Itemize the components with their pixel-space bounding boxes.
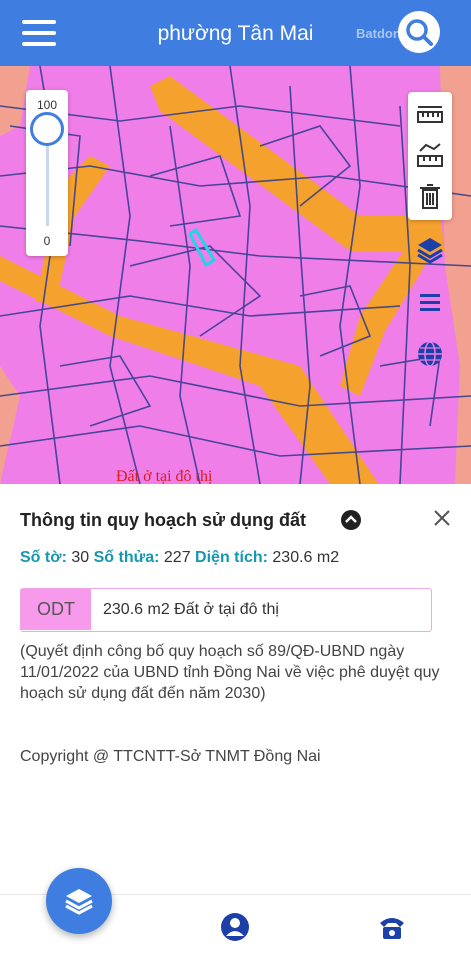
area-ruler-icon (417, 143, 443, 167)
layers-icon (65, 889, 93, 915)
search-icon (406, 19, 433, 46)
sheet-number-label: Số tờ: (20, 549, 67, 566)
land-use-row: ODT 230.6 m2 Đất ở tại đô thị (20, 588, 432, 632)
ruler-icon (417, 106, 443, 123)
plot-number-label: Số thửa: (93, 549, 160, 566)
delete-button[interactable] (414, 180, 446, 212)
copyright-text: Copyright @ TTCNTT-Sở TNMT Đồng Nai (20, 748, 321, 765)
close-icon (434, 510, 450, 526)
zoom-handle[interactable] (30, 112, 64, 146)
measure-distance-button[interactable] (414, 100, 446, 132)
sheet-number-value: 30 (71, 549, 90, 566)
user-icon (221, 913, 249, 941)
land-use-code: ODT (21, 589, 91, 630)
search-button[interactable] (398, 11, 440, 53)
area-value: 230.6 m2 (272, 549, 340, 566)
planning-decision-text: (Quyết định công bố quy hoạch số 89/QĐ-U… (20, 643, 440, 702)
parcel-summary: Số tờ: 30 Số thửa: 227 Diện tích: 230.6 … (20, 549, 339, 567)
zoom-max-label: 100 (36, 98, 58, 112)
chevron-up-circle-icon (341, 510, 361, 530)
zoom-slider[interactable]: 100 0 (26, 90, 68, 256)
profile-button[interactable] (219, 911, 251, 943)
layers-fab-button[interactable] (46, 868, 112, 934)
zoom-min-label: 0 (43, 234, 51, 248)
area-label: Diện tích: (195, 549, 268, 566)
phone-icon (380, 918, 404, 939)
land-info-panel: Thông tin quy hoạch sử dụng đất Số tờ: 3… (0, 484, 471, 894)
trash-icon (420, 184, 440, 209)
contact-button[interactable] (376, 911, 408, 943)
legend-button[interactable] (414, 286, 446, 318)
collapse-button[interactable] (340, 509, 362, 531)
close-button[interactable] (430, 506, 454, 530)
layers-toggle-button[interactable] (414, 234, 446, 266)
globe-button[interactable] (414, 338, 446, 370)
panel-title: Thông tin quy hoạch sử dụng đất (20, 510, 307, 530)
list-icon (420, 294, 440, 311)
plot-number-value: 227 (163, 549, 191, 566)
layers-icon (417, 238, 443, 264)
app-header: phường Tân Mai Batdongsan (0, 0, 471, 66)
map-view[interactable]: 100 0 (0, 66, 471, 484)
land-use-description: 230.6 m2 Đất ở tại đô thị (103, 601, 279, 618)
land-use-map (0, 66, 471, 484)
map-tools-panel (408, 92, 452, 220)
globe-icon (418, 341, 442, 367)
measure-area-button[interactable] (414, 140, 446, 172)
